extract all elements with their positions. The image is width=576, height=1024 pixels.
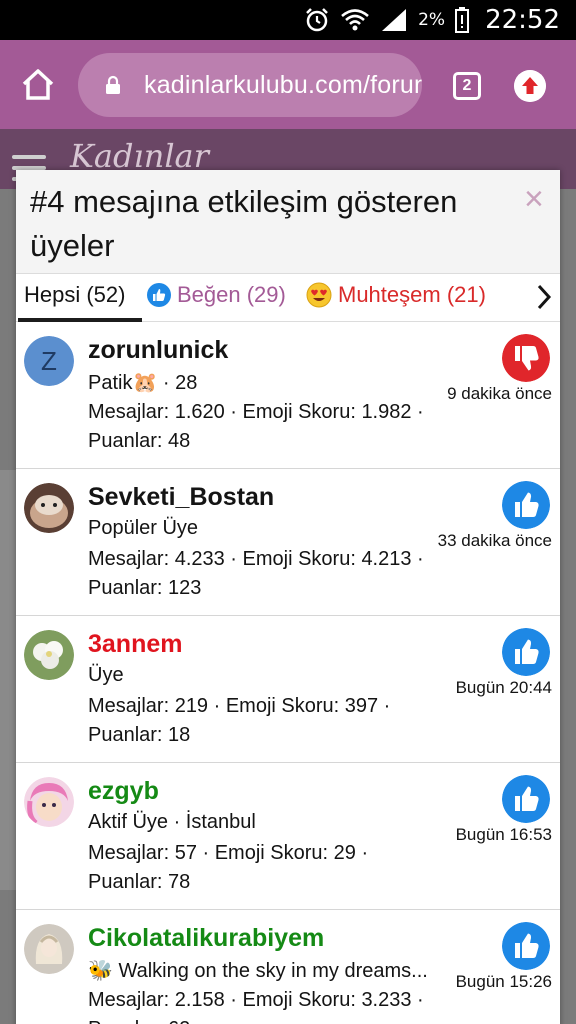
username[interactable]: Cikolatalikurabiyem — [88, 924, 324, 953]
reaction-time: Bugün 15:26 — [455, 972, 552, 991]
tab-label: Beğen (29) — [177, 282, 286, 307]
browser-toolbar: kadinlarkulubu.com/forum 2 — [0, 40, 576, 129]
reaction-time: Bugün 16:53 — [455, 825, 552, 844]
signal-icon — [382, 9, 407, 31]
home-icon[interactable] — [20, 66, 56, 102]
list-item[interactable]: Cikolatalikurabiyem 🐝 Walking on the sky… — [16, 910, 560, 1024]
list-item[interactable]: Sevketi_Bostan Popüler Üye Mesajlar: 4.2… — [16, 469, 560, 616]
avatar[interactable] — [24, 630, 74, 680]
list-item[interactable]: ezgyb Aktif Üye · İstanbul Mesajlar: 57 … — [16, 763, 560, 910]
username[interactable]: 3annem — [88, 630, 182, 659]
user-stats: Mesajlar: 2.158 · Emoji Skoru: 3.233 · P… — [88, 989, 424, 1024]
tab-all[interactable]: Hepsi (52) — [24, 282, 125, 308]
user-title: Popüler Üye — [88, 517, 199, 539]
tabs-button[interactable]: 2 — [453, 72, 481, 100]
avatar[interactable] — [24, 924, 74, 974]
thumbs-down-icon — [502, 334, 550, 382]
battery-percent: 2% — [418, 10, 446, 30]
user-title: Patik🐹 · 28 — [88, 372, 198, 394]
status-icons: 2% 22:52 — [304, 0, 560, 40]
close-icon[interactable]: × — [524, 182, 544, 216]
upload-icon[interactable] — [514, 70, 546, 102]
status-bar: 2% 22:52 — [0, 0, 576, 40]
thumbs-up-icon — [502, 775, 550, 823]
reactions-modal: #4 mesajına etkileşim gösteren üyeler × … — [16, 170, 560, 1024]
reaction-time: Bugün 20:44 — [455, 678, 552, 697]
reaction-time: 9 dakika önce — [447, 384, 552, 403]
user-title: 🐝 Walking on the sky in my dreams... — [88, 960, 428, 982]
wifi-icon — [341, 9, 369, 31]
user-stats: Mesajlar: 1.620 · Emoji Skoru: 1.982 · P… — [88, 401, 424, 452]
reaction-time: 33 dakika önce — [437, 531, 552, 550]
list-item[interactable]: Z zorunlunick Patik🐹 · 28 Mesajlar: 1.62… — [16, 322, 560, 469]
user-stats: Mesajlar: 57 · Emoji Skoru: 29 · Puanlar… — [88, 842, 369, 893]
thumbs-up-icon — [147, 283, 171, 307]
thumbs-up-icon — [502, 628, 550, 676]
list-item[interactable]: 3annem Üye Mesajlar: 219 · Emoji Skoru: … — [16, 616, 560, 763]
username[interactable]: zorunlunick — [88, 336, 228, 365]
clock: 22:52 — [485, 5, 560, 35]
modal-header: #4 mesajına etkileşim gösteren üyeler × — [16, 170, 560, 274]
alarm-icon — [306, 8, 328, 32]
heart-eyes-emoji-icon — [306, 282, 332, 308]
avatar[interactable] — [24, 483, 74, 533]
user-title: Aktif Üye · İstanbul — [88, 811, 256, 833]
tab-label: Hepsi (52) — [24, 282, 126, 307]
user-stats: Mesajlar: 219 · Emoji Skoru: 397 · Puanl… — [88, 695, 391, 746]
avatar[interactable]: Z — [24, 336, 74, 386]
lock-icon — [106, 75, 120, 94]
modal-title: #4 mesajına etkileşim gösteren üyeler — [30, 184, 458, 263]
username[interactable]: ezgyb — [88, 777, 159, 806]
reaction-tabs: Hepsi (52) Beğen (29) Muhteşem (21) — [16, 274, 560, 322]
url-text[interactable]: kadinlarkulubu.com/forum — [144, 71, 422, 100]
address-bar[interactable]: kadinlarkulubu.com/forum — [78, 53, 422, 117]
user-stats: Mesajlar: 4.233 · Emoji Skoru: 4.213 · P… — [88, 548, 424, 599]
avatar[interactable] — [24, 777, 74, 827]
thumbs-up-icon — [502, 922, 550, 970]
thumbs-up-icon — [502, 481, 550, 529]
tab-love[interactable]: Muhteşem (21) — [306, 282, 486, 308]
user-title: Üye — [88, 664, 124, 686]
avatar-letter: Z — [41, 346, 57, 376]
battery-icon — [455, 7, 470, 33]
username[interactable]: Sevketi_Bostan — [88, 483, 274, 512]
chevron-right-icon[interactable] — [534, 282, 554, 312]
tab-like[interactable]: Beğen (29) — [147, 282, 286, 308]
tab-label: Muhteşem (21) — [338, 282, 486, 307]
